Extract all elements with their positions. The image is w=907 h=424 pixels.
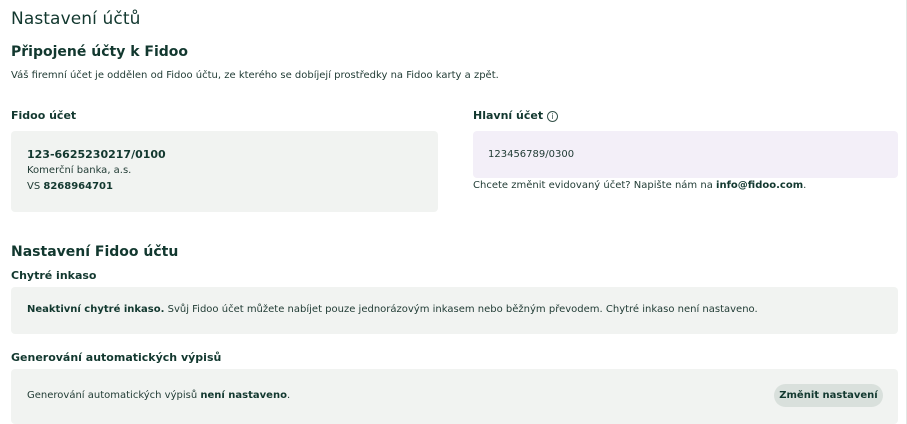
connected-accounts-heading: Připojené účty k Fidoo xyxy=(11,44,188,60)
page-title: Nastavení účtů xyxy=(11,9,141,29)
fidoo-account-vs: VS 8268964701 xyxy=(27,181,113,192)
smart-collection-status-text: Svůj Fidoo účet můžete nabíjet pouze jed… xyxy=(164,304,758,315)
fidoo-account-number: 123-6625230217/0100 xyxy=(27,148,166,161)
change-account-suffix: . xyxy=(803,180,807,191)
smart-collection-status: Neaktivní chytré inkaso. Svůj Fidoo účet… xyxy=(27,304,758,315)
smart-collection-status-bold: Neaktivní chytré inkaso. xyxy=(27,304,165,315)
auto-statements-label: Generování automatických výpisů xyxy=(11,351,222,364)
main-account-label: Hlavní účet i xyxy=(473,109,559,122)
change-account-text: Chcete změnit evidovaný účet? Napište ná… xyxy=(473,180,713,191)
auto-statements-card: Generování automatických výpisů není nas… xyxy=(11,369,898,424)
fidoo-account-label: Fidoo účet xyxy=(11,109,77,122)
fidoo-settings-heading: Nastavení Fidoo účtu xyxy=(11,244,179,260)
auto-statements-text-bold: není nastaveno xyxy=(200,390,287,401)
main-account-number: 123456789/0300 xyxy=(488,149,575,160)
auto-statements-text: Generování automatických výpisů xyxy=(27,390,201,401)
fidoo-account-card: 123-6625230217/0100 Komerční banka, a.s.… xyxy=(11,131,438,212)
info-icon[interactable]: i xyxy=(547,111,559,122)
fidoo-account-bank: Komerční banka, a.s. xyxy=(27,165,132,176)
change-settings-button[interactable]: Změnit nastavení xyxy=(774,384,883,407)
support-email-link[interactable]: info@fidoo.com xyxy=(716,180,803,191)
change-account-note: Chcete změnit evidovaný účet? Napište ná… xyxy=(473,180,806,191)
connected-accounts-description: Váš firemní účet je oddělen od Fidoo účt… xyxy=(11,70,499,81)
auto-statements-status: Generování automatických výpisů není nas… xyxy=(27,390,290,401)
smart-collection-label: Chytré inkaso xyxy=(11,269,97,282)
main-account-card: 123456789/0300 xyxy=(473,131,898,178)
auto-statements-text-suffix: . xyxy=(286,390,291,401)
vs-value: 8268964701 xyxy=(43,181,113,192)
vs-prefix: VS xyxy=(27,181,41,192)
main-account-label-text: Hlavní účet xyxy=(473,109,544,122)
smart-collection-card: Neaktivní chytré inkaso. Svůj Fidoo účet… xyxy=(11,287,898,334)
